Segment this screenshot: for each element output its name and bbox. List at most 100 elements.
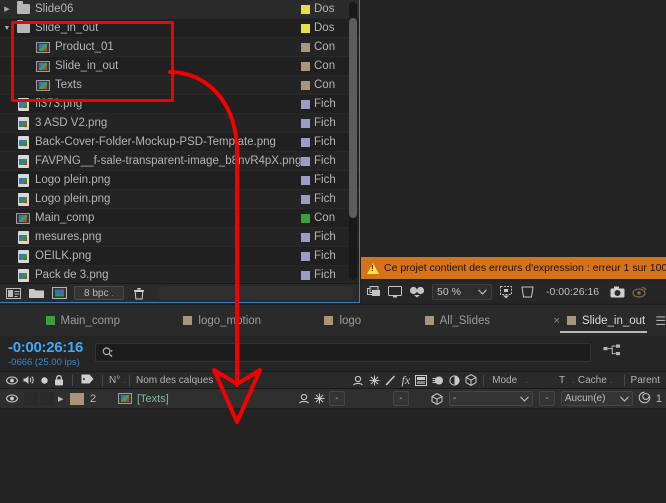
project-item-type: Fich <box>314 231 336 243</box>
footage-icon <box>14 192 32 206</box>
viewer-timecode[interactable]: -0:00:26:16 <box>542 286 603 298</box>
tab-logo[interactable]: logo <box>316 305 369 337</box>
item-label-swatch[interactable] <box>301 137 310 147</box>
project-item-name: Slide06 <box>35 3 74 15</box>
timeline-empty-area <box>0 409 666 503</box>
item-label-swatch[interactable] <box>301 23 310 33</box>
layer-label-color[interactable] <box>70 392 84 405</box>
track-matte-switch[interactable]: - <box>538 391 555 406</box>
footage-icon <box>14 154 32 168</box>
pick-whip-icon[interactable] <box>638 391 651 407</box>
layer-number-header: N° <box>109 374 121 386</box>
item-label-swatch[interactable] <box>301 4 310 14</box>
layer-visibility-toggle[interactable] <box>0 394 24 403</box>
new-composition-icon[interactable] <box>51 286 68 300</box>
close-icon[interactable]: × <box>554 315 560 327</box>
timeline-column-headers: N° . Nom des calques fx Mode . T . Cache… <box>0 372 666 389</box>
project-item-row[interactable]: Product_01 Con <box>0 38 359 57</box>
item-label-swatch[interactable] <box>301 118 310 128</box>
project-item-row[interactable]: ▶ Slide06 Dos <box>0 0 359 19</box>
project-item-type: Fich <box>314 98 336 110</box>
parent-dropdown[interactable]: Aucun(e) <box>560 391 633 406</box>
project-item-row[interactable]: Slide_in_out Con <box>0 57 359 76</box>
transparency-grid-icon[interactable] <box>520 286 535 298</box>
project-item-row[interactable]: OEILK.png Fich <box>0 247 359 266</box>
bit-depth-button[interactable]: 8 bpc . <box>74 286 124 300</box>
tab-label: Slide_in_out <box>581 314 646 327</box>
interpret-footage-icon[interactable] <box>5 286 22 300</box>
parent-index: 1 <box>655 392 662 405</box>
layer-name-header: Nom des calques <box>136 374 214 386</box>
panel-menu-icon[interactable]: ☰ <box>655 314 666 328</box>
layer-number-dot: . <box>123 374 127 386</box>
snapshot-icon[interactable] <box>610 286 625 298</box>
project-item-row[interactable]: mesures.png Fich <box>0 228 359 247</box>
composition-icon <box>14 212 32 224</box>
solo-toggle-cell[interactable] <box>40 392 54 405</box>
graph-editor-icon[interactable] <box>603 344 621 363</box>
effects-switch[interactable]: - <box>392 391 409 406</box>
item-label-swatch[interactable] <box>301 213 310 223</box>
item-label-swatch[interactable] <box>301 232 310 242</box>
twirl-down-icon[interactable]: ▼ <box>0 25 14 32</box>
item-label-swatch[interactable] <box>301 270 310 280</box>
project-item-row[interactable]: ▼ Slide_in_out Dos <box>0 19 359 38</box>
tab-logo_motion[interactable]: logo_motion <box>175 305 269 337</box>
project-item-list[interactable]: ▶ Slide06 Dos ▼ Slide_in_out Dos Product_01 Con… <box>0 0 359 283</box>
project-item-row[interactable]: Back-Cover-Folder-Mockup-PSD-Template.pn… <box>0 133 359 152</box>
new-folder-icon[interactable] <box>28 286 45 300</box>
project-item-row[interactable]: FAVPNG__f-sale-transparent-image_b8nvR4p… <box>0 152 359 171</box>
3d-glasses-icon[interactable] <box>409 286 425 298</box>
item-label-swatch[interactable] <box>301 61 310 71</box>
region-of-interest-icon[interactable] <box>499 285 513 299</box>
delete-icon[interactable] <box>130 286 147 300</box>
project-item-row[interactable]: Pack de 3.png Fich <box>0 266 359 283</box>
search-input[interactable] <box>118 346 552 359</box>
project-list-scrollbar[interactable] <box>349 2 357 280</box>
tab-main_comp[interactable]: Main_comp <box>38 305 128 337</box>
tab-all_slides[interactable]: All_Slides <box>417 305 499 337</box>
3d-layer-icon <box>465 374 477 386</box>
search-icon <box>102 347 113 358</box>
project-item-type: Con <box>314 41 336 53</box>
composition-tab-bar[interactable]: Main_comp logo_motion logo All_Slides × Slide… <box>0 304 666 336</box>
cache-dot-right: . <box>609 374 613 386</box>
always-preview-icon[interactable] <box>367 286 381 298</box>
show-snapshot-icon[interactable] <box>632 286 647 298</box>
item-label-swatch[interactable] <box>301 175 310 185</box>
current-time-display[interactable]: -0:00:26:16 -0666 (25.00 ips) <box>0 336 83 368</box>
chevron-down-icon <box>619 395 629 402</box>
timeline-layer-row[interactable]: ▶ 2 [Texts] - - - - Aucun(e) 1 <box>0 389 666 409</box>
project-panel-footer: 8 bpc . <box>0 283 359 302</box>
item-label-swatch[interactable] <box>301 156 310 166</box>
scrollbar-thumb[interactable] <box>349 18 357 218</box>
chevron-down-icon <box>478 289 487 295</box>
project-item-name: Logo plein.png <box>35 193 111 205</box>
item-label-swatch[interactable] <box>301 251 310 261</box>
item-label-swatch[interactable] <box>301 80 310 90</box>
project-item-row[interactable]: Main_comp Con <box>0 209 359 228</box>
expression-error-banner[interactable]: Ce projet contient des erreurs d'express… <box>361 257 666 279</box>
eye-icon <box>6 375 18 385</box>
zoom-level-dropdown[interactable]: 50 % <box>432 284 492 300</box>
twirl-right-icon[interactable]: ▶ <box>0 6 14 13</box>
blend-mode-dropdown[interactable]: - <box>448 391 533 406</box>
tab-label: logo_motion <box>198 314 262 327</box>
item-label-swatch[interactable] <box>301 99 310 109</box>
project-item-row[interactable]: 3 ASD V2.png Fich <box>0 114 359 133</box>
quality-switch[interactable]: - <box>328 391 345 406</box>
tab-slide_in_out[interactable]: × Slide_in_out <box>546 305 654 337</box>
layer-name[interactable]: [Texts] <box>137 393 169 405</box>
item-label-swatch[interactable] <box>301 194 310 204</box>
project-item-row[interactable]: Logo plein.png Fich <box>0 171 359 190</box>
layer-twirl-icon[interactable]: ▶ <box>58 395 70 403</box>
project-item-row[interactable]: Texts Con <box>0 76 359 95</box>
layer-switches[interactable]: - - <box>298 391 449 406</box>
monitor-icon[interactable] <box>388 286 402 298</box>
audio-toggle-cell[interactable] <box>24 392 38 405</box>
item-label-swatch[interactable] <box>301 42 310 52</box>
project-item-name: Slide_in_out <box>55 60 119 72</box>
project-item-row[interactable]: Logo plein.png Fich <box>0 190 359 209</box>
timeline-search-field[interactable] <box>95 343 592 362</box>
project-item-row[interactable]: fi373.png Fich <box>0 95 359 114</box>
